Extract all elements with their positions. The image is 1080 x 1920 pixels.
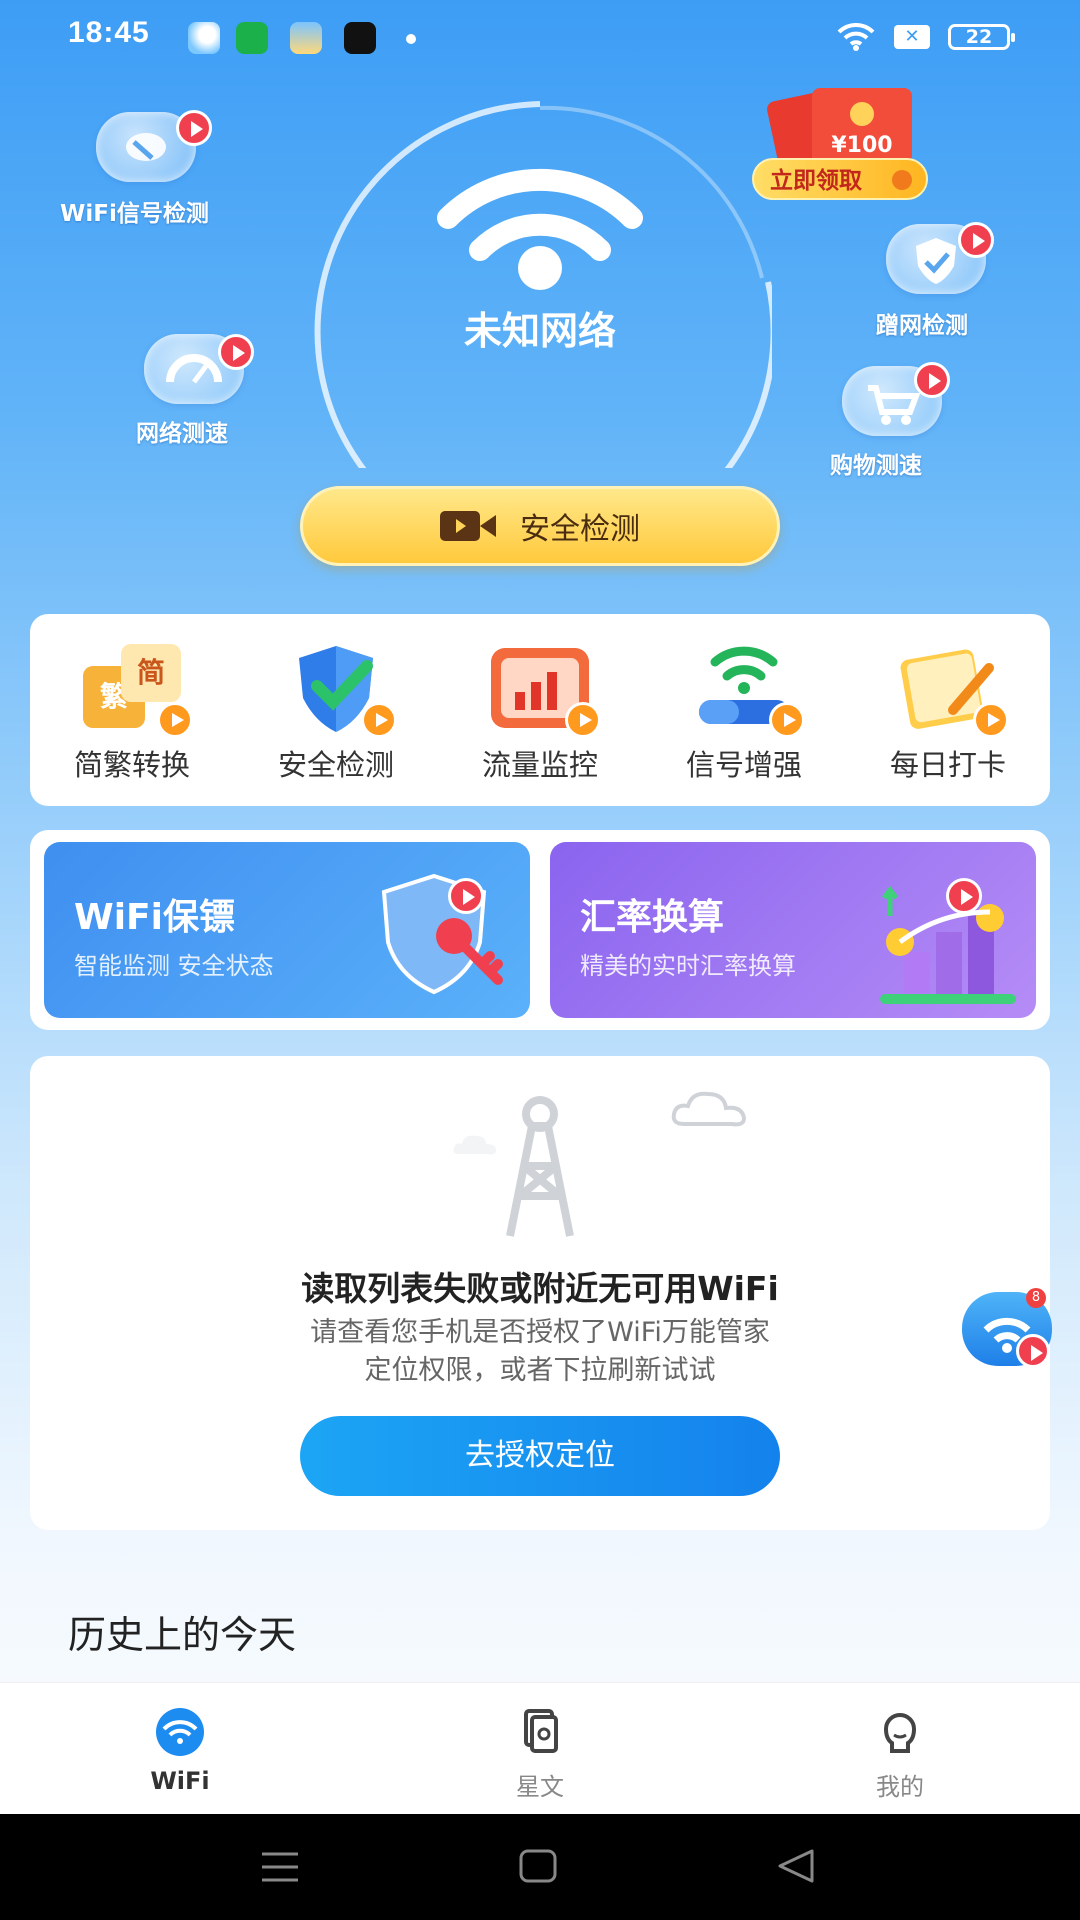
tab-label: WiFi: [150, 1767, 210, 1795]
wifi-large-icon: [437, 168, 643, 290]
floating-play-icon: [1016, 1334, 1050, 1368]
signal-boost-icon: [689, 640, 805, 738]
tab-wifi[interactable]: WiFi: [0, 1683, 360, 1814]
cloud-app-icon: [290, 22, 322, 54]
network-name: 未知网络: [463, 309, 616, 353]
tool-label: 安全检测: [277, 748, 394, 782]
back-icon[interactable]: [776, 1848, 816, 1884]
floating-badge: 8: [1026, 1288, 1046, 1308]
video-camera-icon: [440, 511, 496, 541]
tool-signal-boost[interactable]: 信号增强: [654, 640, 834, 806]
system-navigation-bar: [0, 1814, 1080, 1920]
bottom-tab-bar: WiFi 星文 我的: [0, 1682, 1080, 1814]
cloud-icon: [671, 1091, 747, 1127]
wifi-list-empty-state: 读取列表失败或附近无可用WiFi 请查看您手机是否授权了WiFi万能管家 定位权…: [30, 1056, 1050, 1530]
feature-banners: WiFi保镖 智能监测 安全状态 汇率换算 精美的实时汇率换算: [30, 830, 1050, 1030]
tab-xingwen[interactable]: 星文: [360, 1683, 720, 1814]
play-badge-icon: [361, 702, 397, 738]
tool-label: 信号增强: [685, 748, 802, 782]
banner-subtitle: 智能监测 安全状态: [74, 952, 274, 980]
cards-icon: [524, 1709, 558, 1753]
signal-tower-icon: [506, 1096, 574, 1237]
banner-play-icon: [448, 878, 484, 914]
weather-app-icon: [188, 22, 220, 54]
leech-check-label[interactable]: 蹭网检测: [876, 306, 968, 340]
tab-label: 星文: [516, 1773, 564, 1801]
shield-icon: [281, 640, 397, 738]
empty-state-description: 请查看您手机是否授权了WiFi万能管家 定位权限，或者下拉刷新试试: [30, 1314, 1050, 1390]
play-badge-icon: [565, 702, 601, 738]
banner-title: WiFi保镖: [74, 897, 235, 938]
tool-traffic-monitor[interactable]: 流量监控: [450, 640, 630, 806]
tiktok-app-icon: [344, 22, 376, 54]
profile-icon: [883, 1713, 917, 1753]
reward-amount: ¥100: [831, 133, 892, 158]
empty-state-desc-line2: 定位权限，或者下拉刷新试试: [364, 1355, 716, 1386]
shopping-speed-play-icon: [914, 362, 950, 398]
shield-key-icon: [381, 873, 503, 995]
speed-test-label[interactable]: 网络测速: [136, 414, 228, 448]
empty-state-desc-line1: 请查看您手机是否授权了WiFi万能管家: [310, 1317, 770, 1348]
tool-label: 简繁转换: [73, 748, 190, 782]
tools-grid: 繁 简 简繁转换 安全检测 流量监控 信号增强 每日打卡: [30, 614, 1050, 806]
banner-title: 汇率换算: [580, 897, 725, 938]
notepad-icon: [893, 640, 1009, 738]
network-status-ring[interactable]: [308, 98, 772, 468]
play-badge-icon: [769, 702, 805, 738]
battery-indicator: 22: [948, 24, 1015, 50]
wifi-status-icon: [837, 22, 875, 51]
game-app-icon: [236, 22, 268, 54]
tool-simplified-traditional[interactable]: 繁 简 简繁转换: [42, 640, 222, 806]
status-time: 18:45: [68, 16, 150, 49]
security-check-label: 安全检测: [520, 512, 640, 547]
exchange-rate-banner[interactable]: 汇率换算 精美的实时汇率换算: [550, 842, 1036, 1018]
leech-check-play-icon: [958, 222, 994, 258]
play-badge-icon: [973, 702, 1009, 738]
wifi-icon: [156, 1708, 204, 1756]
banner-subtitle: 精美的实时汇率换算: [580, 952, 796, 980]
simplified-glyph: 简: [121, 644, 181, 702]
wifi-guard-banner[interactable]: WiFi保镖 智能监测 安全状态: [44, 842, 530, 1018]
tab-mine[interactable]: 我的: [720, 1683, 1080, 1814]
speed-test-play-icon: [218, 334, 254, 370]
grant-location-button[interactable]: 去授权定位: [300, 1416, 780, 1496]
status-bar: 18:45 ✕ 22: [0, 0, 1080, 76]
security-check-button[interactable]: 安全检测: [300, 486, 780, 566]
history-today-title: 历史上的今天: [68, 1613, 297, 1657]
menu-icon[interactable]: [260, 1850, 300, 1884]
tab-label: 我的: [876, 1773, 924, 1801]
empty-state-heading: 读取列表失败或附近无可用WiFi: [301, 1269, 779, 1308]
play-badge-icon: [157, 702, 193, 738]
tool-daily-checkin[interactable]: 每日打卡: [858, 640, 1038, 806]
banner-play-icon: [946, 878, 982, 914]
wifi-signal-play-icon: [176, 110, 212, 146]
tool-label: 每日打卡: [889, 748, 1006, 782]
small-cloud-icon: [453, 1135, 496, 1155]
tool-security-check[interactable]: 安全检测: [246, 640, 426, 806]
notification-dot-icon: [406, 34, 416, 44]
shopping-speed-label[interactable]: 购物测速: [830, 446, 922, 480]
tool-label: 流量监控: [481, 748, 598, 782]
traditional-simplified-icon: 繁 简: [77, 640, 193, 738]
wifi-signal-check-label[interactable]: WiFi信号检测: [60, 194, 209, 228]
sim-icon: ✕: [894, 25, 930, 49]
home-icon[interactable]: [518, 1848, 558, 1884]
bar-chart-icon: [485, 640, 601, 738]
claim-reward-button[interactable]: 立即领取: [752, 158, 928, 200]
